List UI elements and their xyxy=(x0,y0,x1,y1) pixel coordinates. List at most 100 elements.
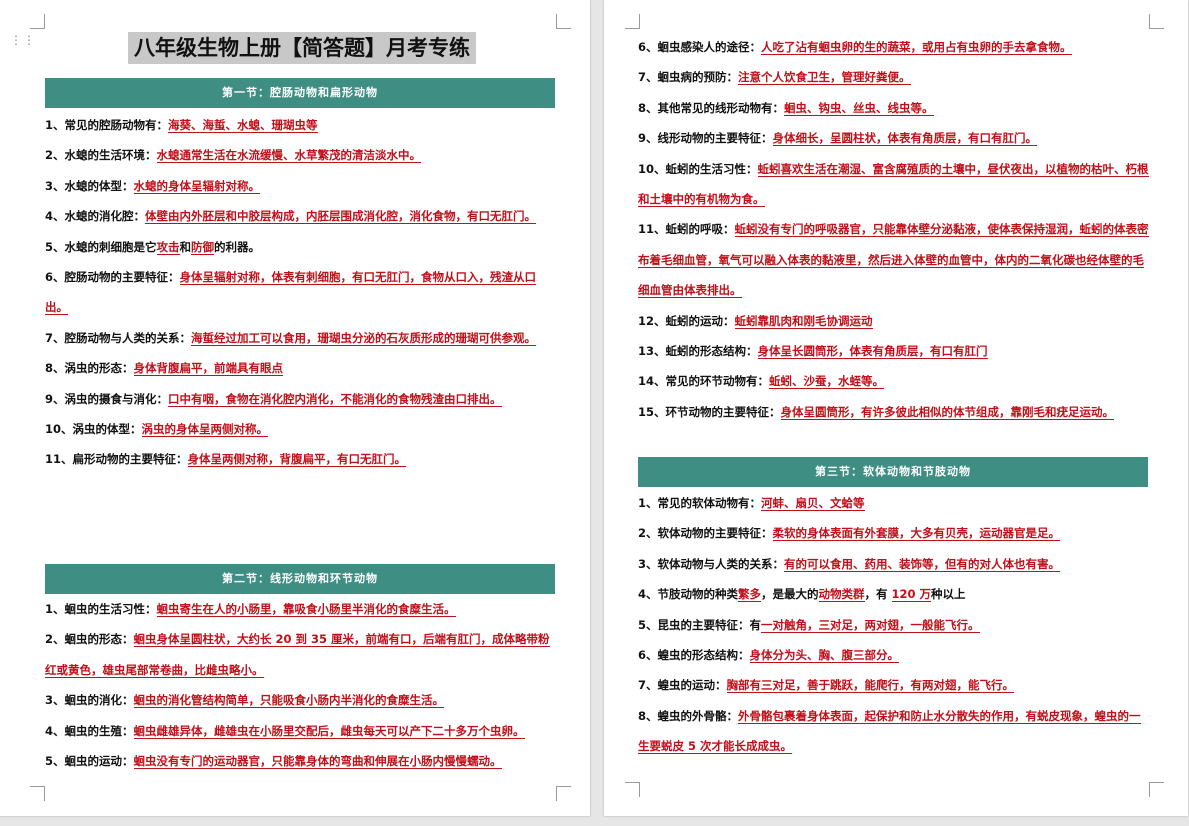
question-text: 8、其他常见的线形动物有： xyxy=(638,100,785,115)
question-item[interactable]: 3、软体动物与人类的关系：有的可以食用、药用、装饰等，但有的对人体也有害。 xyxy=(638,549,1150,579)
question-list-section-3: 1、常见的软体动物有：河蚌、扇贝、文蛤等 2、软体动物的主要特征：柔软的身体表面有… xyxy=(638,488,1150,762)
answer-text: 体壁由内外胚层和中胶层构成，内胚层围成消化腔，消化食物，有口无肛门。 xyxy=(145,209,537,225)
question-item[interactable]: 2、水螅的生活环境：水螅通常生活在水流缓慢、水草繁茂的清洁淡水中。 xyxy=(45,140,557,170)
question-item[interactable]: 2、软体动物的主要特征：柔软的身体表面有外套膜，大多有贝壳，运动器官是足。 xyxy=(638,518,1150,548)
page-corner-mark xyxy=(625,782,640,797)
page-corner-mark xyxy=(1149,14,1164,29)
question-item[interactable]: 6、蛔虫感染人的途径：人吃了沾有蛔虫卵的生的蔬菜，或用占有虫卵的手去拿食物。 xyxy=(638,32,1150,62)
document-page-left: ⋮⋮ 八年级生物上册【简答题】月考专练 第一节：腔肠动物和扁形动物 1、常见的腔… xyxy=(0,0,590,816)
question-text: 9、线形动物的主要特征： xyxy=(638,131,773,146)
question-item[interactable]: 3、水螅的体型：水螅的身体呈辐射对称。 xyxy=(45,171,557,201)
question-item[interactable]: 7、蝗虫的运动：胸部有三对足，善于跳跃，能爬行，有两对翅，能飞行。 xyxy=(638,670,1150,700)
page-corner-mark xyxy=(1149,782,1164,797)
question-item[interactable]: 1、蛔虫的生活习性：蛔虫寄生在人的小肠里，靠吸食小肠里半消化的食糜生活。 xyxy=(45,594,557,624)
answer-text: 海葵、海蜇、水螅、珊瑚虫等 xyxy=(168,118,318,133)
question-text: 11、蚯蚓的呼吸： xyxy=(638,222,735,237)
question-item[interactable]: 7、腔肠动物与人类的关系：海蜇经过加工可以食用，珊瑚虫分泌的石灰质形成的珊瑚可供… xyxy=(45,323,557,353)
answer-text: 柔软的身体表面有外套膜，大多有贝壳，运动器官是足。 xyxy=(772,526,1061,542)
question-text: ，是最大的 xyxy=(761,587,819,602)
question-item[interactable]: 9、涡虫的摄食与消化：口中有咽，食物在消化腔内消化，不能消化的食物残渣由口排出。 xyxy=(45,384,557,414)
section-header-2[interactable]: 第二节：线形动物和环节动物 xyxy=(45,564,555,594)
question-text: 12、蚯蚓的运动： xyxy=(638,313,735,328)
answer-text: 身体分为头、胸、腹三部分。 xyxy=(749,648,900,664)
answer-text: 注意个人饮食卫生，管理好粪便。 xyxy=(738,70,911,86)
question-text: 和 xyxy=(179,239,192,254)
answer-text: 水螅通常生活在水流缓慢、水草繁茂的清洁淡水中。 xyxy=(156,148,422,164)
question-item[interactable]: 9、线形动物的主要特征：身体细长，呈圆柱状，体表有角质层，有口有肛门。 xyxy=(638,123,1150,153)
answer-text: 蛔虫寄生在人的小肠里，靠吸食小肠里半消化的食糜生活。 xyxy=(156,602,456,617)
answer-text: 动物类群 xyxy=(818,587,865,603)
answer-text: 蛔虫、钩虫、丝虫、线虫等。 xyxy=(784,100,934,116)
question-item[interactable]: 8、其他常见的线形动物有：蛔虫、钩虫、丝虫、线虫等。 xyxy=(638,93,1150,123)
question-text: 2、蛔虫的形态： xyxy=(45,632,134,647)
answer-text: 蛔虫的消化管结构简单，只能吸食小肠内半消化的食糜生活。 xyxy=(133,693,445,709)
question-item[interactable]: 11、扁形动物的主要特征：身体呈两侧对称，背腹扁平，有口无肛门。 xyxy=(45,444,557,474)
question-text: 6、腔肠动物的主要特征： xyxy=(45,270,180,285)
question-text: 10、涡虫的体型： xyxy=(45,422,142,437)
question-text: 7、蛔虫病的预防： xyxy=(638,70,739,85)
question-item[interactable]: 11、蚯蚓的呼吸：蚯蚓没有专门的呼吸器官，只能靠体壁分泌黏液，使体表保持湿润，蚯… xyxy=(638,214,1150,305)
page-corner-mark xyxy=(625,14,640,29)
question-item[interactable]: 15、环节动物的主要特征：身体呈圆筒形，有许多彼此相似的体节组成，靠刚毛和疣足运… xyxy=(638,397,1150,427)
question-text: 5、蛔虫的运动： xyxy=(45,754,134,769)
question-text: 6、蝗虫的形态结构： xyxy=(638,648,750,663)
question-text: 7、腔肠动物与人类的关系： xyxy=(45,330,192,345)
question-text: 2、水螅的生活环境： xyxy=(45,148,157,163)
question-text: 2、软体动物的主要特征： xyxy=(638,526,773,541)
answer-text: 身体细长，呈圆柱状，体表有角质层，有口有肛门。 xyxy=(772,131,1038,147)
answer-text: 海蜇经过加工可以食用，珊瑚虫分泌的石灰质形成的珊瑚可供参观。 xyxy=(191,330,537,346)
answer-text: 水螅的身体呈辐射对称。 xyxy=(133,178,261,194)
question-text: 8、蝗虫的外骨骼： xyxy=(638,708,739,723)
question-text: 5、水螅的刺细胞是它 xyxy=(45,239,157,254)
question-item[interactable]: 4、水螅的消化腔：体壁由内外胚层和中胶层构成，内胚层围成消化腔，消化食物，有口无… xyxy=(45,201,557,231)
question-item[interactable]: 5、水螅的刺细胞是它攻击和防御的利器。 xyxy=(45,232,557,262)
question-item[interactable]: 10、涡虫的体型：涡虫的身体呈两侧对称。 xyxy=(45,414,557,444)
question-text: 10、蚯蚓的生活习性： xyxy=(638,161,758,176)
section-header-3[interactable]: 第三节：软体动物和节肢动物 xyxy=(638,457,1148,487)
question-item[interactable]: 8、涡虫的形态：身体背腹扁平，前端具有眼点 xyxy=(45,353,557,383)
question-item[interactable]: 4、蛔虫的生殖：蛔虫雌雄异体，雌雄虫在小肠里交配后，雌虫每天可以产下二十多万个虫… xyxy=(45,716,557,746)
page-corner-mark xyxy=(30,786,45,801)
question-text: 4、水螅的消化腔： xyxy=(45,209,146,224)
answer-text: 有的可以食用、药用、装饰等，但有的对人体也有害。 xyxy=(784,556,1061,572)
answer-text: 身体呈圆筒形，有许多彼此相似的体节组成，靠刚毛和疣足运动。 xyxy=(780,404,1115,420)
answer-text: 防御 xyxy=(191,239,215,255)
question-item[interactable]: 5、昆虫的主要特征：有一对触角，三对足，两对翅，一般能飞行。 xyxy=(638,610,1150,640)
question-item[interactable]: 1、常见的软体动物有：河蚌、扇贝、文蛤等 xyxy=(638,488,1150,518)
question-item[interactable]: 2、蛔虫的形态：蛔虫身体呈圆柱状，大约长 20 到 35 厘米，前端有口，后端有… xyxy=(45,624,557,685)
answer-text: 繁多 xyxy=(738,587,762,603)
question-text: 4、节肢动物的种类 xyxy=(638,587,739,602)
question-item[interactable]: 7、蛔虫病的预防：注意个人饮食卫生，管理好粪便。 xyxy=(638,62,1150,92)
question-text: 15、环节动物的主要特征： xyxy=(638,404,781,419)
answer-text: 蛔虫雌雄异体，雌雄虫在小肠里交配后，雌虫每天可以产下二十多万个虫卵。 xyxy=(133,723,525,739)
document-page-right: 6、蛔虫感染人的途径：人吃了沾有蛔虫卵的生的蔬菜，或用占有虫卵的手去拿食物。 7、… xyxy=(604,0,1188,816)
question-text: 3、水螅的体型： xyxy=(45,178,134,193)
question-text: 14、常见的环节动物有： xyxy=(638,374,770,389)
question-item[interactable]: 5、蛔虫的运动：蛔虫没有专门的运动器官，只能靠身体的弯曲和伸展在小肠内慢慢蠕动。 xyxy=(45,746,557,776)
answer-text: 身体呈长圆筒形，体表有角质层，有口有肛门 xyxy=(757,344,988,360)
answer-text: 口中有咽，食物在消化腔内消化，不能消化的食物残渣由口排出。 xyxy=(168,391,502,407)
question-item[interactable]: 14、常见的环节动物有：蚯蚓、沙蚕，水蛭等。 xyxy=(638,366,1150,396)
question-text: 11、扁形动物的主要特征： xyxy=(45,452,188,467)
question-item[interactable]: 6、腔肠动物的主要特征：身体呈辐射对称，体表有刺细胞，有口无肛门，食物从口入，残… xyxy=(45,262,557,323)
question-text: 13、蚯蚓的形态结构： xyxy=(638,344,758,359)
question-item[interactable]: 10、蚯蚓的生活习性：蚯蚓喜欢生活在潮湿、富含腐殖质的土壤中，昼伏夜出，以植物的… xyxy=(638,154,1150,215)
section-header-1[interactable]: 第一节：腔肠动物和扁形动物 xyxy=(45,78,555,108)
question-item[interactable]: 8、蝗虫的外骨骼：外骨骼包裹着身体表面，起保护和防止水分散失的作用，有蜕皮现象，… xyxy=(638,701,1150,762)
answer-text: 蛔虫没有专门的运动器官，只能靠身体的弯曲和伸展在小肠内慢慢蠕动。 xyxy=(133,754,502,770)
question-item[interactable]: 12、蚯蚓的运动：蚯蚓靠肌肉和刚毛协调运动 xyxy=(638,306,1150,336)
question-item[interactable]: 3、蛔虫的消化：蛔虫的消化管结构简单，只能吸食小肠内半消化的食糜生活。 xyxy=(45,685,557,715)
question-item[interactable]: 4、节肢动物的种类繁多，是最大的动物类群，有 120 万种以上 xyxy=(638,579,1150,609)
answer-text: 120 万 xyxy=(891,587,932,603)
question-text: 8、涡虫的形态： xyxy=(45,361,134,376)
answer-text: 涡虫的身体呈两侧对称。 xyxy=(141,422,269,438)
document-title[interactable]: 八年级生物上册【简答题】月考专练 xyxy=(128,32,476,64)
question-item[interactable]: 1、常见的腔肠动物有：海葵、海蜇、水螅、珊瑚虫等 xyxy=(45,110,557,140)
answer-text: 胸部有三对足，善于跳跃，能爬行，有两对翅，能飞行。 xyxy=(726,678,1015,694)
answer-text: 河蚌、扇贝、文蛤等 xyxy=(761,496,865,511)
drag-handle-icon[interactable]: ⋮⋮ xyxy=(10,34,35,46)
question-item[interactable]: 13、蚯蚓的形态结构：身体呈长圆筒形，体表有角质层，有口有肛门 xyxy=(638,336,1150,366)
question-text: 1、蛔虫的生活习性： xyxy=(45,602,157,616)
answer-text: 蚯蚓靠肌肉和刚毛协调运动 xyxy=(734,313,873,329)
question-item[interactable]: 6、蝗虫的形态结构：身体分为头、胸、腹三部分。 xyxy=(638,640,1150,670)
